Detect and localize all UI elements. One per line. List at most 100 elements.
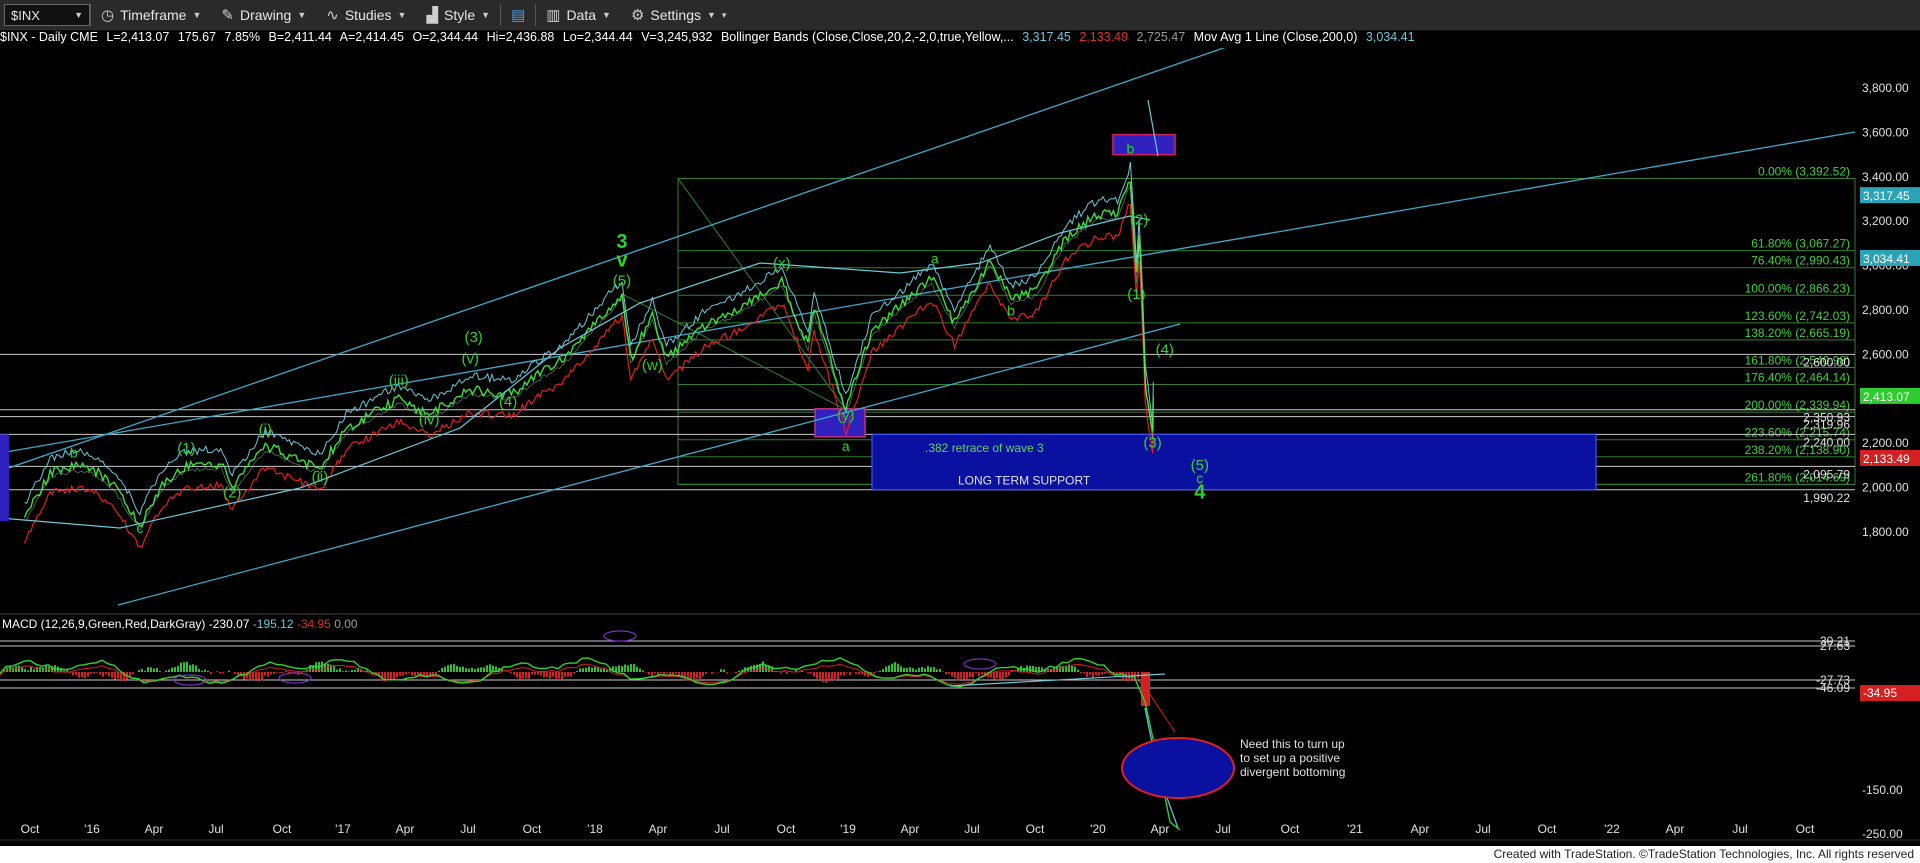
macd-histogram-bar bbox=[171, 667, 173, 672]
wave-label: a bbox=[842, 438, 850, 454]
macd-histogram-bar bbox=[969, 672, 971, 677]
macd-histogram-bar bbox=[939, 669, 941, 672]
fib-label: 76.40% (2,990.43) bbox=[1751, 254, 1850, 268]
macd-histogram-bar bbox=[642, 670, 644, 672]
annotation-text: LONG TERM SUPPORT bbox=[958, 473, 1091, 487]
macd-histogram-bar bbox=[711, 672, 713, 674]
macd-histogram-bar bbox=[141, 668, 143, 672]
data-button[interactable]: ▥ Data ▼ bbox=[536, 0, 621, 30]
macd-histogram-bar bbox=[513, 672, 515, 675]
macd-histogram-bar bbox=[447, 665, 449, 672]
macd-histogram-bar bbox=[738, 670, 740, 672]
macd-histogram-bar bbox=[915, 669, 917, 672]
macd-histogram-bar bbox=[327, 663, 329, 672]
macd-histogram-bar bbox=[480, 667, 482, 672]
price-chart[interactable]: 0.00% (3,392.52) 61.80% (3,067.27) 76.40% … bbox=[0, 48, 1920, 846]
layout-button[interactable]: ▤ bbox=[501, 0, 535, 30]
macd-histogram-bar bbox=[177, 666, 179, 672]
price-axis-tick: 3,800.00 bbox=[1862, 81, 1909, 95]
macd-histogram-bar bbox=[1065, 665, 1067, 672]
macd-histogram-bar bbox=[927, 666, 929, 672]
macd-histogram-bar bbox=[18, 665, 20, 672]
wave-label: (1) bbox=[1127, 286, 1145, 303]
macd-histogram-bar bbox=[780, 672, 782, 673]
macd-histogram-bar bbox=[633, 664, 635, 672]
macd-histogram-bar bbox=[567, 672, 569, 677]
macd-histogram-bar bbox=[816, 672, 818, 679]
macd-histogram-bar bbox=[828, 672, 830, 682]
time-axis-tick: Oct bbox=[1538, 822, 1557, 836]
macd-histogram-bar bbox=[702, 672, 704, 677]
macd-histogram-bar bbox=[1086, 672, 1088, 677]
macd-histogram-bar bbox=[549, 672, 551, 679]
macd-histogram-bar bbox=[33, 669, 35, 672]
studies-button[interactable]: ∿ Studies ▼ bbox=[316, 0, 416, 30]
macd-histogram-bar bbox=[321, 661, 323, 672]
macd-indicator: 30.2127.63-27.73-46.09Need this to turn … bbox=[0, 630, 1855, 831]
macd-title-part: MACD (12,26,9,Green,Red,DarkGray) bbox=[2, 617, 205, 631]
macd-histogram-bar bbox=[981, 672, 983, 675]
toolbar: $INX ▼ ◷ Timeframe ▼ ✎ Drawing ▼ ∿ Studi… bbox=[0, 0, 1920, 31]
macd-histogram-bar bbox=[999, 672, 1001, 681]
macd-histogram-bar bbox=[396, 672, 398, 678]
macd-histogram-bar bbox=[405, 672, 407, 675]
wave-label: (v) bbox=[462, 350, 480, 367]
macd-histogram-bar bbox=[996, 672, 998, 678]
wave-label: (3) bbox=[464, 329, 482, 346]
macd-histogram-bar bbox=[267, 672, 269, 677]
settings-button[interactable]: ⚙ Settings ▼ ▾ bbox=[621, 0, 737, 30]
symbol-input[interactable]: $INX ▼ bbox=[4, 4, 90, 26]
wave-label: (2) bbox=[223, 485, 241, 502]
last-price: L=2,413.07 bbox=[106, 30, 170, 44]
macd-histogram-bar bbox=[561, 672, 563, 680]
macd-histogram-bar bbox=[912, 668, 914, 672]
macd-histogram-bar bbox=[429, 672, 431, 675]
studies-icon: ∿ bbox=[326, 7, 339, 24]
macd-histogram-bar bbox=[555, 672, 557, 679]
macd-histogram-bar bbox=[543, 672, 545, 678]
macd-histogram-bar bbox=[402, 672, 404, 676]
timeframe-button[interactable]: ◷ Timeframe ▼ bbox=[91, 0, 211, 30]
macd-histogram-bar bbox=[858, 672, 860, 675]
style-button[interactable]: ▟ Style ▼ bbox=[416, 0, 500, 30]
macd-marker-ellipse bbox=[603, 630, 637, 642]
gear-icon: ⚙ bbox=[630, 7, 645, 24]
macd-histogram-bar bbox=[219, 672, 221, 674]
macd-histogram-bar bbox=[132, 672, 134, 674]
macd-histogram-bar bbox=[336, 669, 338, 672]
price-tag-label: -34.95 bbox=[1863, 686, 1897, 700]
macd-histogram-bar bbox=[786, 672, 788, 674]
macd-histogram-bar bbox=[156, 668, 158, 672]
macd-histogram-bar bbox=[351, 670, 353, 672]
macd-histogram-bar bbox=[387, 672, 389, 679]
macd-histogram-bar bbox=[918, 667, 920, 672]
macd-histogram-bar bbox=[9, 666, 11, 672]
macd-histogram-bar bbox=[585, 667, 587, 672]
bollinger-lower-value: 2,133.49 bbox=[1079, 30, 1129, 44]
wave-label: (5) bbox=[613, 273, 631, 290]
macd-histogram-bar bbox=[945, 672, 947, 675]
price-tag-label: 3,317.45 bbox=[1863, 189, 1910, 203]
copyright-text: Created with TradeStation. ©TradeStation… bbox=[1493, 847, 1914, 861]
macd-histogram-bar bbox=[192, 664, 194, 672]
macd-histogram-bar bbox=[438, 670, 440, 672]
macd-histogram-bar bbox=[1083, 672, 1085, 674]
macd-histogram-bar bbox=[675, 672, 677, 674]
macd-histogram-bar bbox=[516, 672, 518, 678]
wave-label: 4 bbox=[1194, 482, 1206, 504]
price-tag-label: 2,413.07 bbox=[1863, 390, 1910, 404]
macd-histogram-bar bbox=[600, 668, 602, 672]
time-axis-tick: '22 bbox=[1604, 822, 1620, 836]
macd-histogram-bar bbox=[210, 672, 212, 675]
wave-label: (4) bbox=[499, 394, 517, 411]
macd-histogram-bar bbox=[450, 664, 452, 672]
macd-histogram-bar bbox=[465, 668, 467, 672]
macd-histogram-bar bbox=[165, 670, 167, 672]
drawing-button[interactable]: ✎ Drawing ▼ bbox=[211, 0, 316, 30]
macd-histogram-bar bbox=[1101, 672, 1103, 675]
macd-histogram-bar bbox=[348, 671, 350, 672]
wave-label: (ii) bbox=[312, 469, 329, 486]
macd-histogram-bar bbox=[588, 666, 590, 672]
macd-axis-tick: -150.00 bbox=[1862, 783, 1903, 797]
macd-histogram-bar bbox=[630, 663, 632, 672]
